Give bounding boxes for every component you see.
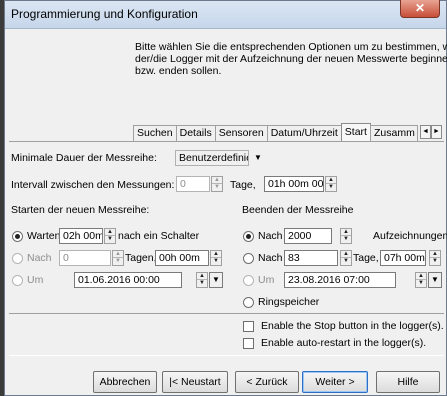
end-at-spinner[interactable]: ▲ ▼: [415, 272, 427, 288]
end-at-calendar-dropdown-icon[interactable]: ▼: [428, 272, 442, 288]
end-after-time-spinner[interactable]: ▲ ▼: [429, 250, 441, 266]
interval-label: Intervall zwischen den Messungen:: [11, 179, 175, 191]
start-after-radio[interactable]: [12, 253, 23, 264]
spin-down-icon[interactable]: ▼: [105, 236, 115, 243]
end-after-days-radio[interactable]: [243, 253, 254, 264]
end-at-label: Um: [258, 274, 275, 286]
interval-time-spinner[interactable]: ▲ ▼: [325, 176, 337, 192]
start-after-time-spinner[interactable]: ▲ ▼: [210, 250, 222, 266]
close-button[interactable]: ✕: [400, 0, 440, 18]
spin-down-icon[interactable]: ▼: [197, 280, 207, 287]
tab-zusammenfassung[interactable]: Zusamm: [369, 125, 418, 141]
end-after-count-label: Nach: [258, 230, 283, 242]
ring-buffer-label: Ringspeicher: [258, 296, 320, 308]
tab-divider: [9, 141, 444, 142]
dialog-window: Programmierung und Konfiguration ✕ Bitte…: [4, 0, 447, 396]
spin-down-icon[interactable]: ▼: [326, 184, 336, 191]
auto-restart-checkbox[interactable]: [243, 338, 254, 349]
next-button[interactable]: Weiter >: [302, 371, 368, 393]
tab-scroll-left-icon[interactable]: ◄: [420, 125, 431, 139]
start-at-datetime-input[interactable]: 01.06.2016 00:00: [74, 272, 182, 288]
start-at-label: Um: [27, 274, 44, 286]
spin-up-icon[interactable]: ▲: [341, 251, 351, 258]
spin-up-icon[interactable]: ▲: [105, 229, 115, 236]
start-after-days-input[interactable]: 0: [59, 250, 111, 266]
tab-details[interactable]: Details: [175, 125, 216, 141]
end-after-days-label: Nach: [258, 252, 283, 264]
end-after-count-input[interactable]: 2000: [284, 228, 332, 244]
tab-strip: Suchen Details Sensoren Datum/Uhrzeit Start Z…: [133, 123, 418, 141]
back-button[interactable]: < Zurück: [235, 371, 299, 393]
end-after-count-radio[interactable]: [243, 231, 254, 242]
spin-up-icon[interactable]: ▲: [430, 251, 440, 258]
spin-up-icon[interactable]: ▲: [212, 177, 222, 184]
spin-down-icon[interactable]: ▼: [113, 258, 123, 265]
start-after-days-label: Tagen,: [125, 252, 157, 264]
spin-down-icon[interactable]: ▼: [416, 280, 426, 287]
description-line: Bitte wählen Sie die entsprechenden Opti…: [135, 41, 447, 53]
description-line: der/die Logger mit der Aufzeichnung der …: [135, 53, 447, 65]
end-at-radio[interactable]: [243, 275, 254, 286]
end-after-time-input[interactable]: 07h 00m: [380, 250, 426, 266]
start-section-label: Starten der neuen Messreihe:: [11, 204, 150, 216]
start-wait-radio[interactable]: [12, 231, 23, 242]
window-title: Programmierung und Konfiguration: [11, 7, 198, 21]
end-after-days-input[interactable]: 83: [284, 250, 338, 266]
cancel-button[interactable]: Abbrechen: [93, 371, 157, 393]
spin-down-icon[interactable]: ▼: [430, 258, 440, 265]
interval-days-label: Tage,: [230, 179, 256, 191]
start-wait-suffix: nach ein Schalter: [118, 230, 200, 242]
spin-up-icon[interactable]: ▲: [113, 251, 123, 258]
start-at-calendar-dropdown-icon[interactable]: ▼: [209, 272, 223, 288]
interval-days-input[interactable]: 0: [176, 176, 210, 192]
end-after-days-days-label: Tage,: [353, 252, 379, 264]
spin-down-icon[interactable]: ▼: [341, 236, 351, 243]
tab-scroll-right-icon[interactable]: ►: [431, 125, 442, 139]
spin-down-icon[interactable]: ▼: [341, 258, 351, 265]
start-after-label: Nach: [27, 252, 52, 264]
start-wait-time-input[interactable]: 02h 00m: [59, 228, 103, 244]
button-divider: [9, 355, 444, 356]
title-bar[interactable]: Programmierung und Konfiguration ✕: [5, 0, 446, 29]
restart-button[interactable]: |< Neustart: [162, 371, 228, 393]
stop-button-checkbox[interactable]: [243, 321, 254, 332]
description-line: bzw. enden sollen.: [135, 65, 222, 77]
start-at-radio[interactable]: [12, 275, 23, 286]
start-wait-spinner[interactable]: ▲ ▼: [104, 228, 116, 244]
min-duration-label: Minimale Dauer der Messreihe:: [11, 152, 157, 164]
dropdown-arrow-icon[interactable]: ▼: [251, 150, 265, 166]
ring-buffer-radio[interactable]: [243, 297, 254, 308]
spin-down-icon[interactable]: ▼: [211, 258, 221, 265]
start-after-days-spinner[interactable]: ▲ ▼: [112, 250, 124, 266]
description-text: Bitte wählen Sie die entsprechenden Opti…: [135, 41, 447, 77]
auto-restart-label: Enable auto-restart in the logger(s).: [261, 337, 427, 349]
spin-up-icon[interactable]: ▲: [326, 177, 336, 184]
start-at-spinner[interactable]: ▲ ▼: [196, 272, 208, 288]
start-wait-label: Warten: [27, 230, 61, 242]
spin-up-icon[interactable]: ▲: [197, 273, 207, 280]
tab-sensoren[interactable]: Sensoren: [214, 125, 268, 141]
min-duration-select[interactable]: Benutzerdefiniert: [175, 150, 249, 166]
interval-time-input[interactable]: 01h 00m 00s: [264, 176, 324, 192]
tab-start[interactable]: Start: [340, 123, 371, 141]
spin-up-icon[interactable]: ▲: [416, 273, 426, 280]
interval-days-spinner[interactable]: ▲ ▼: [211, 176, 223, 192]
tab-suchen[interactable]: Suchen: [133, 125, 177, 141]
tab-datum-uhrzeit[interactable]: Datum/Uhrzeit: [266, 125, 342, 141]
end-after-count-suffix: Aufzeichnungen: [373, 230, 447, 242]
start-after-time-input[interactable]: 00h 00m: [155, 250, 209, 266]
options-divider: [9, 313, 444, 314]
end-after-days-spinner[interactable]: ▲ ▼: [340, 250, 352, 266]
end-at-datetime-input[interactable]: 23.08.2016 07:00: [284, 272, 396, 288]
dialog-client: Bitte wählen Sie die entsprechenden Opti…: [9, 29, 447, 395]
spin-up-icon[interactable]: ▲: [211, 251, 221, 258]
end-section-label: Beenden der Messreihe: [242, 204, 354, 216]
help-button[interactable]: Hilfe: [376, 371, 440, 393]
spin-down-icon[interactable]: ▼: [212, 184, 222, 191]
stop-button-label: Enable the Stop button in the logger(s).: [261, 320, 444, 332]
end-after-count-spinner[interactable]: ▲ ▼: [340, 228, 352, 244]
spin-up-icon[interactable]: ▲: [341, 229, 351, 236]
